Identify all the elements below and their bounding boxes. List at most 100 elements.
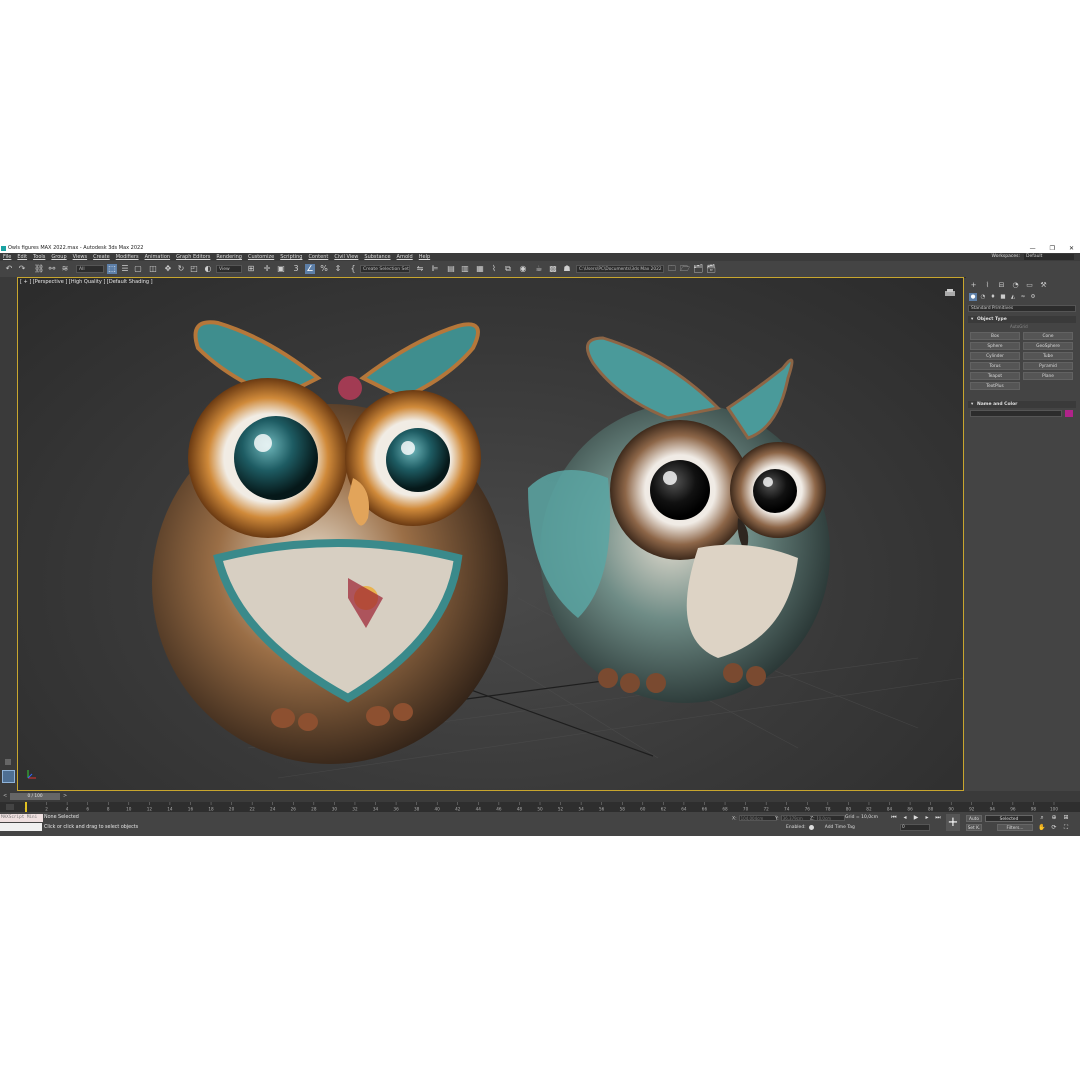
move-icon[interactable]: ✥ — [163, 264, 173, 274]
set-key-icon[interactable]: + — [946, 814, 960, 831]
render-setup-icon[interactable]: ☕ — [534, 264, 544, 274]
auto-key-button[interactable]: Auto — [966, 815, 982, 822]
autogrid-checkbox[interactable]: AutoGrid — [1010, 324, 1028, 329]
key-filters-button[interactable]: Filters... — [997, 824, 1033, 831]
mirror-icon[interactable]: ⇋ — [415, 264, 425, 274]
reference-coordinate-dropdown[interactable]: View — [216, 265, 242, 273]
geometry-icon[interactable]: ● — [969, 293, 977, 301]
menu-create[interactable]: Create — [93, 253, 110, 261]
name-and-color-rollout[interactable]: ▾ Name and Color — [968, 401, 1076, 408]
selection-filter-dropdown[interactable]: All — [76, 265, 104, 273]
primitive-category-dropdown[interactable]: Standard Primitives — [968, 305, 1076, 312]
modify-tab-icon[interactable]: ⌇ — [983, 281, 992, 290]
menu-views[interactable]: Views — [73, 253, 87, 261]
menu-file[interactable]: File — [3, 253, 11, 261]
menu-edit[interactable]: Edit — [17, 253, 27, 261]
time-next-button[interactable]: > — [63, 793, 67, 799]
menu-customize[interactable]: Customize — [248, 253, 274, 261]
create-tab-icon[interactable]: + — [969, 281, 978, 290]
menu-group[interactable]: Group — [51, 253, 66, 261]
torus-button[interactable]: Torus — [970, 362, 1020, 370]
close-button[interactable]: ✕ — [1069, 244, 1074, 253]
object-type-rollout[interactable]: ▾ Object Type — [968, 316, 1076, 323]
object-name-field[interactable] — [970, 410, 1062, 417]
percent-snap-icon[interactable]: % — [319, 264, 329, 274]
select-by-name-icon[interactable]: ☰ — [120, 264, 130, 274]
menu-help[interactable]: Help — [419, 253, 430, 261]
play-icon[interactable]: ▶ — [912, 814, 920, 822]
project-folder-icon[interactable]: 🗀 — [667, 264, 677, 274]
redo-icon[interactable]: ↷ — [17, 264, 27, 274]
display-tab-icon[interactable]: ▭ — [1025, 281, 1034, 290]
maxscript-output[interactable] — [0, 823, 42, 831]
x-coordinate-field[interactable]: 104,004cm — [738, 815, 777, 821]
menu-civil-view[interactable]: Civil View — [334, 253, 358, 261]
archive-folder-icon[interactable]: 🗃 — [706, 264, 716, 274]
box-button[interactable]: Box — [970, 332, 1020, 340]
bind-space-warp-icon[interactable]: ≋ — [60, 264, 70, 274]
cameras-icon[interactable]: ■ — [999, 293, 1007, 301]
previous-frame-icon[interactable]: ◂ — [901, 814, 909, 822]
select-object-icon[interactable]: ⬚ — [107, 264, 117, 274]
current-frame-marker[interactable] — [25, 802, 27, 812]
teapot-button[interactable]: Teapot — [970, 372, 1020, 380]
owl-figure-right[interactable] — [528, 336, 830, 703]
render-icon[interactable]: ☗ — [562, 264, 572, 274]
cylinder-button[interactable]: Cylinder — [970, 352, 1020, 360]
schematic-view-icon[interactable]: ⧉ — [503, 264, 513, 274]
rectangular-selection-icon[interactable]: ▢ — [133, 264, 143, 274]
selected-dropdown[interactable]: Selected — [985, 815, 1033, 822]
sphere-button[interactable]: Sphere — [970, 342, 1020, 350]
lights-icon[interactable]: ♦ — [989, 293, 997, 301]
pyramid-button[interactable]: Pyramid — [1023, 362, 1073, 370]
maxscript-listener[interactable]: MAXScript Mini — [0, 814, 43, 822]
rotate-icon[interactable]: ↻ — [176, 264, 186, 274]
menu-tools[interactable]: Tools — [33, 253, 45, 261]
menu-rendering[interactable]: Rendering — [216, 253, 242, 261]
time-slider[interactable]: 0 / 100 — [10, 793, 60, 800]
workspace-dropdown[interactable]: Default — [1024, 254, 1074, 260]
unlink-icon[interactable]: ⚯ — [47, 264, 57, 274]
select-manipulate-icon[interactable]: ✛ — [262, 264, 272, 274]
viewcube-home-icon[interactable] — [943, 288, 957, 298]
snaps-toggle-icon[interactable]: 3 — [291, 264, 301, 274]
menu-scripting[interactable]: Scripting — [280, 253, 302, 261]
zoom-icon[interactable]: ⌕ — [1038, 814, 1046, 822]
menu-substance[interactable]: Substance — [364, 253, 390, 261]
save-folder-icon[interactable]: 🗂 — [693, 264, 703, 274]
time-prev-button[interactable]: < — [3, 793, 7, 799]
viewport-label[interactable]: [ + ] [Perspective ] [High Quality ] [De… — [20, 279, 153, 285]
orbit-icon[interactable]: ⟳ — [1050, 824, 1058, 832]
link-icon[interactable]: ⛓ — [34, 264, 44, 274]
angle-snap-icon[interactable]: ∠ — [305, 264, 315, 274]
owl-figure-left[interactable] — [152, 320, 508, 764]
align-icon[interactable]: ⊫ — [430, 264, 440, 274]
next-frame-icon[interactable]: ▸ — [923, 814, 931, 822]
hierarchy-tab-icon[interactable]: ⊟ — [997, 281, 1006, 290]
go-to-start-icon[interactable]: ⏮ — [890, 814, 898, 822]
space-warps-icon[interactable]: ≈ — [1019, 293, 1027, 301]
cone-button[interactable]: Cone — [1023, 332, 1073, 340]
viewport-layout-icon[interactable] — [2, 770, 15, 783]
z-coordinate-field[interactable]: 0,0cm — [816, 815, 845, 821]
set-key-button[interactable]: Set K. — [966, 824, 982, 831]
material-editor-icon[interactable]: ◉ — [518, 264, 528, 274]
shapes-icon[interactable]: ◔ — [979, 293, 987, 301]
zoom-all-icon[interactable]: ⊕ — [1050, 814, 1058, 822]
menu-content[interactable]: Content — [308, 253, 328, 261]
menu-animation[interactable]: Animation — [145, 253, 171, 261]
layer-explorer-icon[interactable]: ▥ — [460, 264, 470, 274]
object-color-swatch[interactable] — [1065, 410, 1073, 417]
menu-arnold[interactable]: Arnold — [397, 253, 413, 261]
scale-icon[interactable]: ◰ — [189, 264, 199, 274]
textplus-button[interactable]: TextPlus — [970, 382, 1020, 390]
undo-icon[interactable]: ↶ — [4, 264, 14, 274]
open-folder-icon[interactable]: 🗁 — [680, 264, 690, 274]
tube-button[interactable]: Tube — [1023, 352, 1073, 360]
geosphere-button[interactable]: GeoSphere — [1023, 342, 1073, 350]
frame-ruler[interactable]: 0246810121416182022242628303234363840424… — [18, 802, 1062, 812]
plane-button[interactable]: Plane — [1023, 372, 1073, 380]
edit-named-selection-icon[interactable]: { — [348, 264, 358, 274]
key-filter-icon[interactable] — [6, 804, 14, 810]
placement-icon[interactable]: ◐ — [203, 264, 213, 274]
